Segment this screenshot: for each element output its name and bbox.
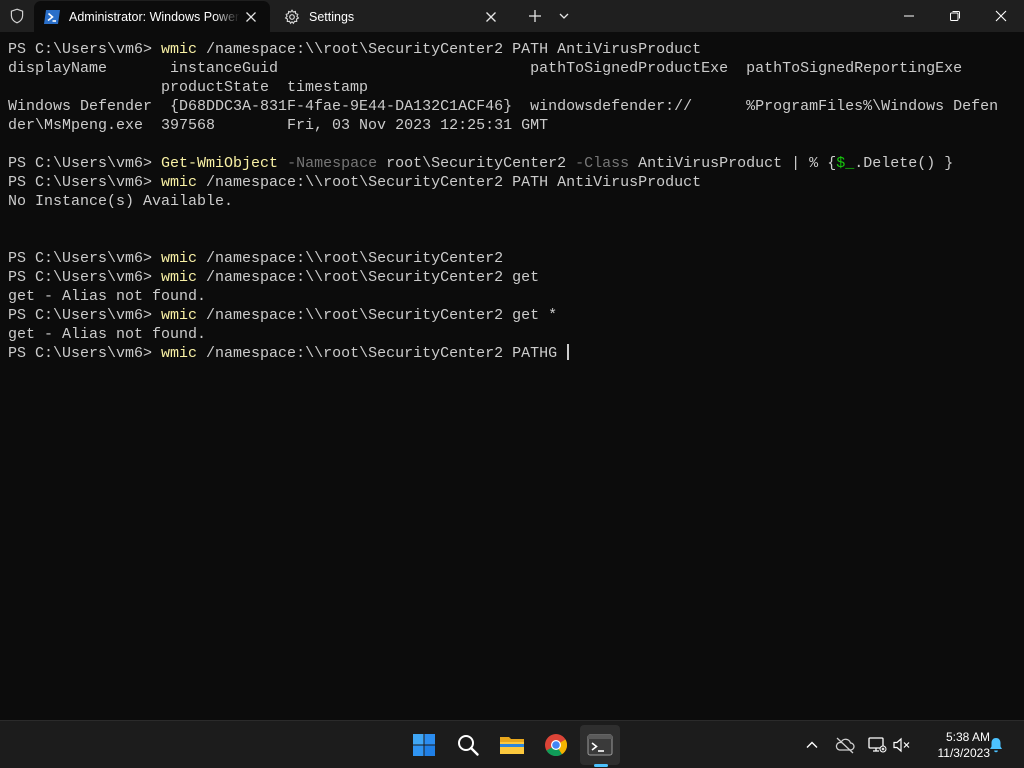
terminal-text: PS C:\Users\vm6> xyxy=(8,345,162,362)
tab-powershell[interactable]: Administrator: Windows PowerShell xyxy=(34,1,270,32)
terminal-line: get - Alias not found. xyxy=(8,325,1024,344)
terminal-text: /namespace:\\root\SecurityCenter2 PATH A… xyxy=(197,41,702,58)
clock-time: 5:38 AM xyxy=(945,730,990,744)
terminal-line: No Instance(s) Available. xyxy=(8,192,1024,211)
admin-shield-icon xyxy=(0,0,34,32)
terminal-text: wmic xyxy=(161,307,198,324)
terminal-text: wmic xyxy=(161,250,198,267)
gear-icon xyxy=(283,8,301,26)
terminal-line: displayName instanceGuid pathToSignedPro… xyxy=(8,59,1024,78)
terminal-text: get - Alias not found. xyxy=(8,326,207,343)
terminal-text: $_ xyxy=(836,155,855,172)
terminal-line: PS C:\Users\vm6> wmic /namespace:\\root\… xyxy=(8,173,1024,192)
terminal-line: get - Alias not found. xyxy=(8,287,1024,306)
terminal-text: PS C:\Users\vm6> xyxy=(8,41,162,58)
terminal-text: -Class xyxy=(575,155,630,172)
terminal-line: PS C:\Users\vm6> wmic /namespace:\\root\… xyxy=(8,40,1024,59)
terminal-text: -Namespace xyxy=(287,155,378,172)
terminal-text: AntiVirusProduct | % { xyxy=(629,155,837,172)
chrome-icon[interactable] xyxy=(536,725,576,765)
terminal-line: PS C:\Users\vm6> Get-WmiObject -Namespac… xyxy=(8,154,1024,173)
taskbar: 5:38 AM 11/3/2023 xyxy=(0,720,1024,768)
terminal-text: der\MsMpeng.exe 397568 Fri, 03 Nov 2023 … xyxy=(8,117,549,134)
terminal-line: PS C:\Users\vm6> wmic /namespace:\\root\… xyxy=(8,344,1024,363)
terminal-text: PS C:\Users\vm6> xyxy=(8,269,162,286)
tab-close-icon[interactable] xyxy=(240,6,262,28)
title-bar: Administrator: Windows PowerShell Settin… xyxy=(0,0,1024,32)
folder-icon[interactable] xyxy=(492,725,532,765)
terminal-text: Get-WmiObject xyxy=(161,155,279,172)
terminal-line: PS C:\Users\vm6> wmic /namespace:\\root\… xyxy=(8,306,1024,325)
terminal-text: /namespace:\\root\SecurityCenter2 xyxy=(197,250,504,267)
terminal-text: wmic xyxy=(161,174,198,191)
terminal-text: No Instance(s) Available. xyxy=(8,193,234,210)
terminal-text: wmic xyxy=(161,345,198,362)
terminal-line: PS C:\Users\vm6> wmic /namespace:\\root\… xyxy=(8,249,1024,268)
network-icon[interactable] xyxy=(865,733,889,757)
cloud-off-icon[interactable] xyxy=(833,733,857,757)
terminal-text: wmic xyxy=(161,41,198,58)
terminal-text: root\SecurityCenter2 xyxy=(377,155,576,172)
chevron-up-icon[interactable] xyxy=(800,733,824,757)
system-clock[interactable]: 5:38 AM 11/3/2023 xyxy=(918,729,991,761)
terminal-text: productState timestamp xyxy=(8,79,369,96)
notification-bell-icon[interactable] xyxy=(984,733,1008,757)
windows-start-icon[interactable] xyxy=(404,725,444,765)
active-app-indicator xyxy=(594,764,608,767)
terminal-text: displayName instanceGuid pathToSignedPro… xyxy=(8,60,963,77)
terminal-text: /namespace:\\root\SecurityCenter2 get * xyxy=(197,307,558,324)
terminal-icon[interactable] xyxy=(580,725,620,765)
tab-close-icon[interactable] xyxy=(480,6,502,28)
tab-title: Administrator: Windows PowerShell xyxy=(69,9,240,24)
new-tab-plus-icon[interactable] xyxy=(522,4,548,28)
text-cursor xyxy=(567,344,570,360)
terminal-line: PS C:\Users\vm6> wmic /namespace:\\root\… xyxy=(8,268,1024,287)
close-icon[interactable] xyxy=(978,0,1024,32)
terminal-text: .Delete() } xyxy=(854,155,954,172)
volume-muted-icon[interactable] xyxy=(890,733,914,757)
tab-settings[interactable]: Settings xyxy=(274,1,510,32)
terminal-text: PS C:\Users\vm6> xyxy=(8,307,162,324)
terminal-output[interactable]: PS C:\Users\vm6> wmic /namespace:\\root\… xyxy=(0,32,1024,720)
terminal-line: productState timestamp xyxy=(8,78,1024,97)
minimize-icon[interactable] xyxy=(886,0,932,32)
terminal-text: wmic xyxy=(161,269,198,286)
terminal-text: get - Alias not found. xyxy=(8,288,207,305)
chevron-down-icon[interactable] xyxy=(552,4,576,28)
terminal-text: PS C:\Users\vm6> xyxy=(8,174,162,191)
terminal-line: Windows Defender {D68DDC3A-831F-4fae-9E4… xyxy=(8,97,1024,116)
terminal-text: /namespace:\\root\SecurityCenter2 get xyxy=(197,269,540,286)
tab-title: Settings xyxy=(309,9,355,24)
terminal-text: PS C:\Users\vm6> xyxy=(8,250,162,267)
restore-icon[interactable] xyxy=(932,0,978,32)
terminal-text: PS C:\Users\vm6> xyxy=(8,155,162,172)
terminal-text: /namespace:\\root\SecurityCenter2 PATH A… xyxy=(197,174,702,191)
terminal-line: der\MsMpeng.exe 397568 Fri, 03 Nov 2023 … xyxy=(8,116,1024,135)
terminal-text: /namespace:\\root\SecurityCenter2 PATHG xyxy=(197,345,567,362)
search-icon[interactable] xyxy=(448,725,488,765)
powershell-icon xyxy=(43,8,61,26)
clock-date: 11/3/2023 xyxy=(937,746,991,760)
terminal-text: Windows Defender {D68DDC3A-831F-4fae-9E4… xyxy=(8,98,999,115)
